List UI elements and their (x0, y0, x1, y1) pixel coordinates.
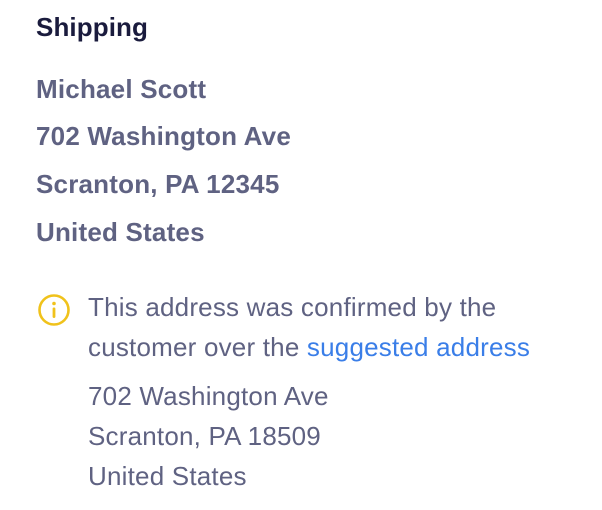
info-icon (38, 294, 70, 326)
shipping-country: United States (36, 217, 205, 247)
shipping-city-state-zip: Scranton, PA 12345 (36, 169, 280, 199)
shipping-name: Michael Scott (36, 74, 207, 104)
suggested-address-link[interactable]: suggested address (307, 332, 530, 362)
notice-text-prefix: customer over the (88, 332, 307, 362)
shipping-card: Shipping Michael Scott 702 Washington Av… (0, 0, 602, 510)
suggested-city-state-zip: Scranton, PA 18509 (88, 421, 321, 451)
suggested-street: 702 Washington Ave (88, 381, 329, 411)
shipping-heading: Shipping (36, 12, 148, 42)
notice-text-line1: This address was confirmed by the (88, 292, 497, 322)
notice-text-line2: customer over the suggested address (88, 332, 530, 363)
suggested-country: United States (88, 461, 247, 491)
shipping-street: 702 Washington Ave (36, 121, 291, 151)
